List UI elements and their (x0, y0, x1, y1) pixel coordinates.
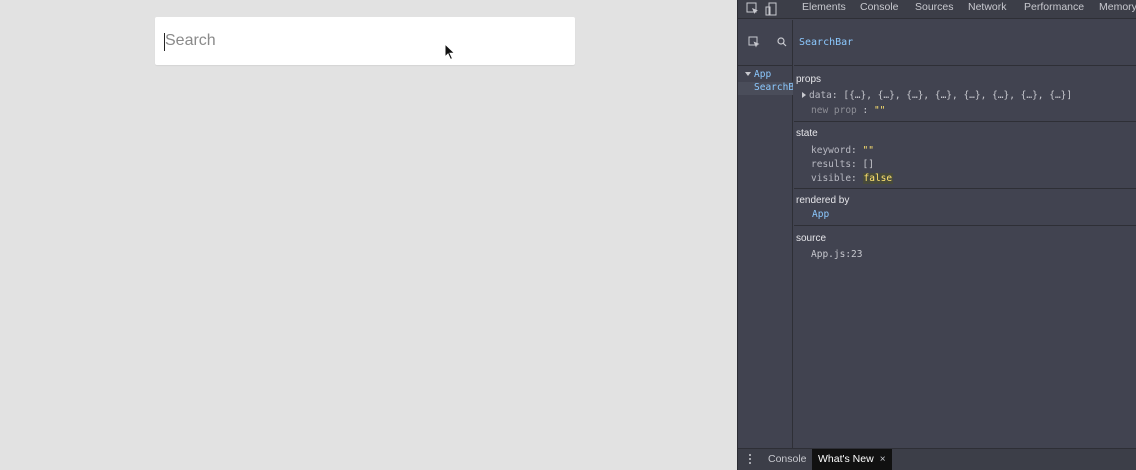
tree-node-searchbar[interactable]: SearchBar (754, 82, 793, 93)
new-prop-row[interactable]: new prop : "" (811, 105, 885, 116)
select-component-icon[interactable] (748, 36, 761, 49)
source-link[interactable]: App.js:23 (811, 249, 862, 260)
devtools-tab-bar: Elements Console Sources Network Perform… (738, 0, 1136, 19)
state-value[interactable]: [] (863, 159, 874, 170)
devtools-panel: Elements Console Sources Network Perform… (737, 0, 1136, 470)
app-viewport (0, 0, 737, 470)
component-tree: App SearchBar (738, 20, 793, 448)
drawer-tab-console[interactable]: Console (762, 449, 813, 470)
tree-toolbar (738, 20, 793, 66)
state-row-visible[interactable]: visible: false (811, 173, 894, 184)
state-value[interactable]: false (862, 173, 894, 184)
search-icon[interactable] (777, 37, 787, 47)
tree-node-app[interactable]: App (754, 69, 771, 80)
source-heading: source (796, 233, 827, 244)
component-header: SearchBar (794, 20, 1136, 66)
divider (794, 121, 1136, 122)
search-input[interactable] (165, 17, 565, 65)
state-row-keyword[interactable]: keyword: "" (811, 145, 874, 156)
tree-node-selected-row[interactable]: SearchBar (738, 82, 793, 95)
tab-elements[interactable]: Elements (802, 1, 846, 13)
drawer-tab-label: What's New (818, 453, 874, 465)
drawer-tab-bar: Console What's New × (738, 448, 1136, 470)
drawer-tab-whats-new[interactable]: What's New × (812, 449, 892, 470)
state-key: visible (811, 173, 852, 184)
inspect-element-icon[interactable] (746, 2, 760, 16)
tab-console[interactable]: Console (860, 1, 899, 13)
more-menu-icon[interactable] (749, 454, 752, 466)
state-heading: state (796, 128, 818, 139)
prop-data-row[interactable]: data: [{…}, {…}, {…}, {…}, {…}, {…}, {…}… (809, 90, 1072, 101)
component-details: SearchBar props data: [{…}, {…}, {…}, {…… (794, 20, 1136, 448)
search-box[interactable] (155, 17, 575, 65)
state-key: results (811, 159, 852, 170)
tab-performance[interactable]: Performance (1024, 1, 1084, 13)
state-row-results[interactable]: results: [] (811, 159, 874, 170)
device-toolbar-icon[interactable] (765, 2, 779, 16)
expand-props-data-icon[interactable] (802, 92, 806, 98)
tab-memory[interactable]: Memory (1099, 1, 1136, 13)
state-value[interactable]: "" (863, 145, 874, 156)
rendered-by-heading: rendered by (796, 195, 850, 206)
rendered-by-link[interactable]: App (812, 209, 829, 220)
mouse-cursor-icon (444, 43, 456, 61)
text-caret (164, 33, 165, 51)
expand-arrow-icon[interactable] (745, 72, 751, 76)
prop-key-data: data (809, 90, 832, 101)
new-prop-key[interactable]: new prop (811, 105, 857, 116)
divider (794, 188, 1136, 189)
divider (794, 225, 1136, 226)
component-name: SearchBar (799, 37, 854, 48)
state-key: keyword (811, 145, 852, 156)
close-icon[interactable]: × (880, 454, 886, 465)
new-prop-value[interactable]: "" (874, 105, 885, 116)
tab-sources[interactable]: Sources (915, 1, 954, 13)
props-heading: props (796, 74, 822, 85)
prop-value-data: [{…}, {…}, {…}, {…}, {…}, {…}, {…}, {…}] (843, 90, 1073, 101)
tab-network[interactable]: Network (968, 1, 1007, 13)
